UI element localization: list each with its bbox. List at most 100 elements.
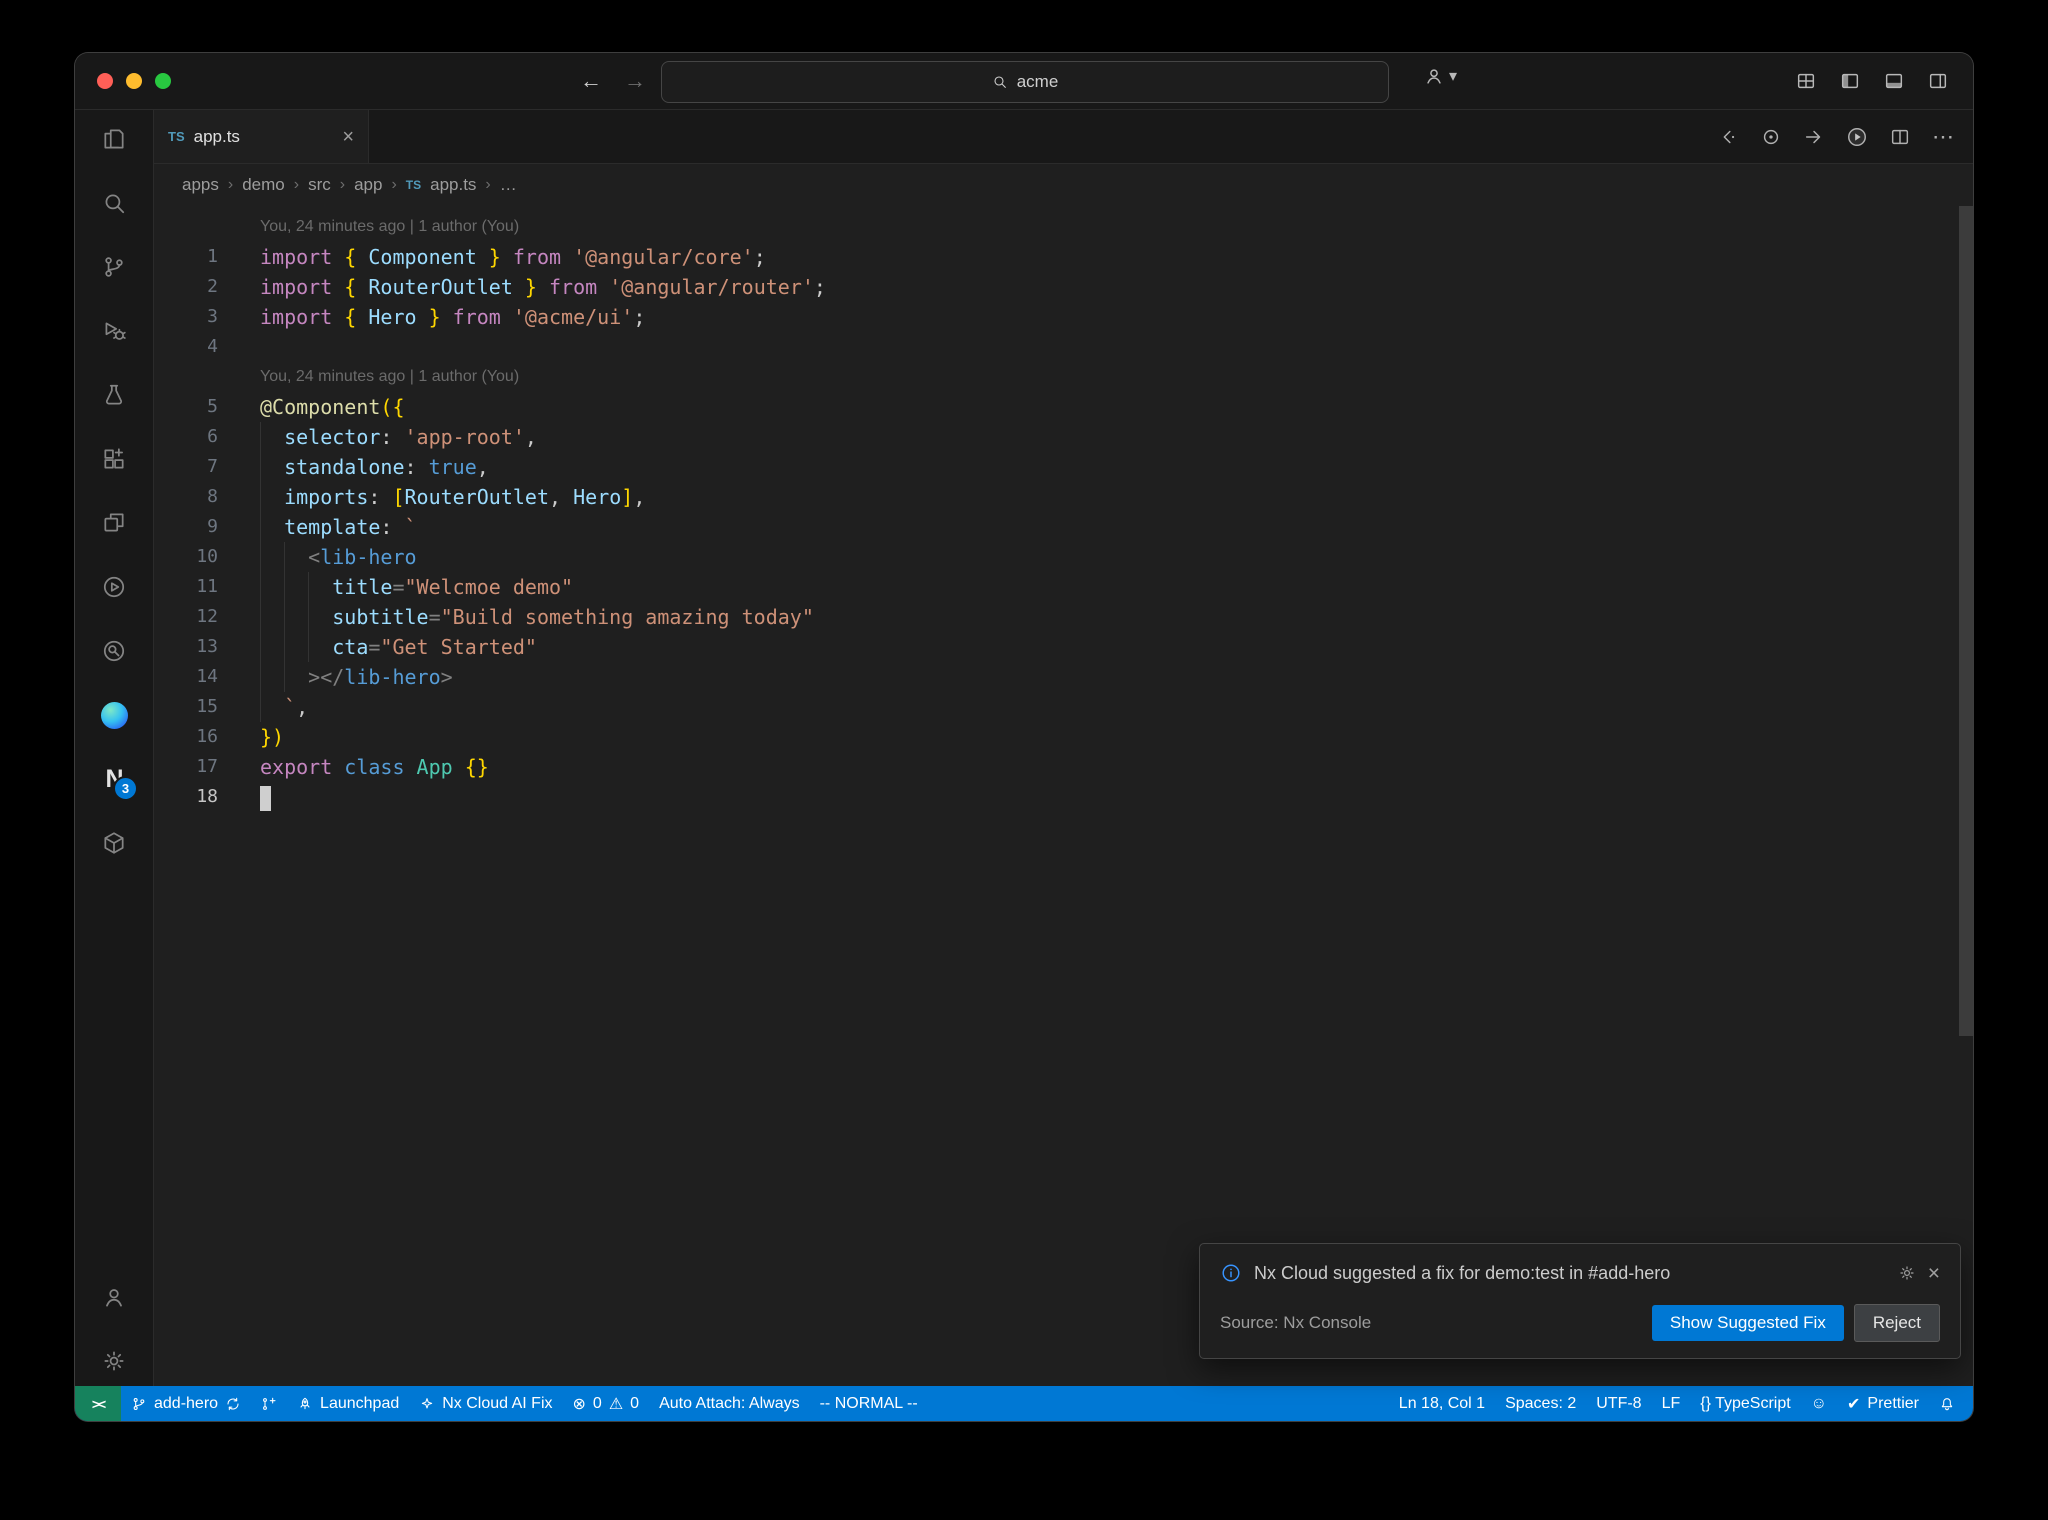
customize-layout-icon[interactable] — [1795, 70, 1817, 92]
toggle-panel-icon[interactable] — [1883, 70, 1905, 92]
split-editor-icon[interactable] — [1889, 126, 1911, 148]
breadcrumb-item[interactable]: src — [308, 175, 331, 195]
code-line[interactable]: 10 <lib-hero — [154, 542, 1973, 572]
more-actions-icon[interactable]: ⋯ — [1932, 124, 1955, 150]
layout-controls — [1795, 53, 1949, 109]
toggle-sidebar-icon[interactable] — [1839, 70, 1861, 92]
code-line[interactable]: 16}) — [154, 722, 1973, 752]
breadcrumb-item[interactable]: … — [500, 175, 517, 195]
toggle-secondary-sidebar-icon[interactable] — [1927, 70, 1949, 92]
problems-indicator[interactable]: ⊗ 0 ⚠ 0 — [563, 1386, 650, 1421]
code-line[interactable]: 6 selector: 'app-root', — [154, 422, 1973, 452]
breadcrumb-separator-icon: › — [293, 176, 300, 193]
navigate-back-button[interactable]: ← — [580, 68, 602, 94]
blame-annotation[interactable]: You, 24 minutes ago | 1 author (You) — [154, 212, 1973, 242]
eol-label: LF — [1661, 1394, 1681, 1412]
auto-attach-indicator[interactable]: Auto Attach: Always — [649, 1386, 810, 1421]
breadcrumb-separator-icon: › — [391, 176, 397, 193]
code-line[interactable]: 15 `, — [154, 692, 1973, 722]
windows-icon[interactable] — [99, 508, 129, 538]
cursor-position-indicator[interactable]: Ln 18, Col 1 — [1389, 1386, 1495, 1421]
remote-indicator[interactable]: >< — [75, 1386, 121, 1421]
zoom-window-button[interactable] — [155, 73, 171, 89]
extensions-icon[interactable] — [99, 444, 129, 474]
code-line[interactable]: 1 import { Component } from '@angular/cor… — [154, 242, 1973, 272]
code-line[interactable]: 2 import { RouterOutlet } from '@angular/… — [154, 272, 1973, 302]
testing-icon[interactable] — [99, 380, 129, 410]
breadcrumb-item[interactable]: app — [354, 175, 382, 195]
code-line[interactable]: 8 imports: [RouterOutlet, Hero], — [154, 482, 1973, 512]
line-content: selector: 'app-root', — [218, 422, 537, 452]
reject-button[interactable]: Reject — [1853, 1304, 1940, 1342]
breadcrumb-separator-icon: › — [227, 176, 234, 193]
formatter-indicator[interactable]: ✔ Prettier — [1837, 1386, 1929, 1421]
run-to-cursor-icon[interactable] — [1803, 126, 1825, 148]
close-tab-icon[interactable]: × — [342, 127, 354, 147]
typescript-icon: TS — [168, 129, 185, 144]
code-line[interactable]: 3 import { Hero } from '@acme/ui'; — [154, 302, 1973, 332]
show-suggested-fix-button[interactable]: Show Suggested Fix — [1651, 1305, 1844, 1341]
code-line[interactable]: 13 cta="Get Started" — [154, 632, 1973, 662]
notification-close-icon[interactable]: × — [1928, 1263, 1940, 1284]
indentation-indicator[interactable]: Spaces: 2 — [1495, 1386, 1586, 1421]
code-line[interactable]: 5 @Component({ — [154, 392, 1973, 422]
branch-indicator[interactable]: add-hero — [121, 1386, 251, 1421]
code-line[interactable]: 18 — [154, 782, 1973, 812]
eol-indicator[interactable]: LF — [1652, 1386, 1691, 1421]
profile-menu[interactable]: ▾ — [1423, 65, 1457, 87]
run-file-icon[interactable] — [1846, 126, 1868, 148]
edge-icon[interactable] — [99, 700, 129, 730]
branch-plus-indicator[interactable] — [251, 1386, 287, 1421]
code-line[interactable]: 7 standalone: true, — [154, 452, 1973, 482]
traffic-lights — [97, 73, 171, 89]
vim-mode-indicator[interactable]: -- NORMAL -- — [810, 1386, 928, 1421]
breadcrumb-item[interactable]: demo — [242, 175, 285, 195]
editor[interactable]: You, 24 minutes ago | 1 author (You) 1 imp… — [154, 206, 1973, 1386]
cube-icon[interactable] — [99, 828, 129, 858]
code-line[interactable]: 11 title="Welcmoe demo" — [154, 572, 1973, 602]
search-icon[interactable] — [99, 188, 129, 218]
activity-bar-top: N 3 — [99, 124, 138, 858]
minimize-window-button[interactable] — [126, 73, 142, 89]
remote-icon: >< — [91, 1395, 106, 1412]
encoding-indicator[interactable]: UTF-8 — [1586, 1386, 1651, 1421]
explorer-icon[interactable] — [99, 124, 129, 154]
breadcrumb-item[interactable]: app.ts — [430, 175, 476, 195]
nav-back-icon[interactable] — [1717, 126, 1739, 148]
notification-settings-gear-icon[interactable] — [1898, 1264, 1916, 1282]
tab-app-ts[interactable]: TS app.ts × — [154, 110, 369, 163]
code-line[interactable]: 14 ></lib-hero> — [154, 662, 1973, 692]
code-line[interactable]: 12 subtitle="Build something amazing toda… — [154, 602, 1973, 632]
nx-cloud-fix-indicator[interactable]: Nx Cloud AI Fix — [409, 1386, 562, 1421]
status-bar-right: Ln 18, Col 1 Spaces: 2 UTF-8 LF {} TypeS… — [1389, 1386, 1973, 1421]
source-control-icon[interactable] — [99, 252, 129, 282]
line-number: 9 — [207, 516, 218, 537]
breadcrumb-item[interactable]: apps — [182, 175, 219, 195]
accounts-icon[interactable] — [99, 1282, 129, 1312]
code-line[interactable]: 9 template: ` — [154, 512, 1973, 542]
settings-gear-icon[interactable] — [99, 1346, 129, 1376]
vertical-scrollbar[interactable] — [1959, 206, 1973, 1036]
account-icon — [1427, 69, 1441, 84]
code-line[interactable]: 4 — [154, 332, 1973, 362]
line-number: 7 — [207, 456, 218, 477]
blame-annotation[interactable]: You, 24 minutes ago | 1 author (You) — [154, 362, 1973, 392]
run-circle-icon[interactable] — [99, 572, 129, 602]
workbench: N 3 TS app.ts × ⋯ apps › demo › src › ap… — [75, 110, 1973, 1386]
vscode-window: ← → acme ▾ N 3 TS app.ts × ⋯ apps › demo… — [74, 52, 1974, 1422]
inspect-icon[interactable] — [99, 636, 129, 666]
line-number: 6 — [207, 426, 218, 447]
launchpad-indicator[interactable]: Launchpad — [287, 1386, 409, 1421]
navigate-forward-button[interactable]: → — [624, 68, 646, 94]
nx-console-icon[interactable]: N 3 — [99, 764, 138, 801]
command-center-search[interactable]: acme — [661, 61, 1389, 103]
close-window-button[interactable] — [97, 73, 113, 89]
run-and-debug-icon[interactable] — [99, 316, 129, 346]
target-icon[interactable] — [1760, 126, 1782, 148]
line-number: 2 — [207, 276, 218, 297]
feedback-indicator[interactable]: ☺ — [1801, 1386, 1837, 1421]
line-content: export class App {} — [260, 755, 489, 779]
language-mode-indicator[interactable]: {} TypeScript — [1690, 1386, 1800, 1421]
notifications-indicator[interactable] — [1929, 1386, 1965, 1421]
code-line[interactable]: 17 export class App {} — [154, 752, 1973, 782]
